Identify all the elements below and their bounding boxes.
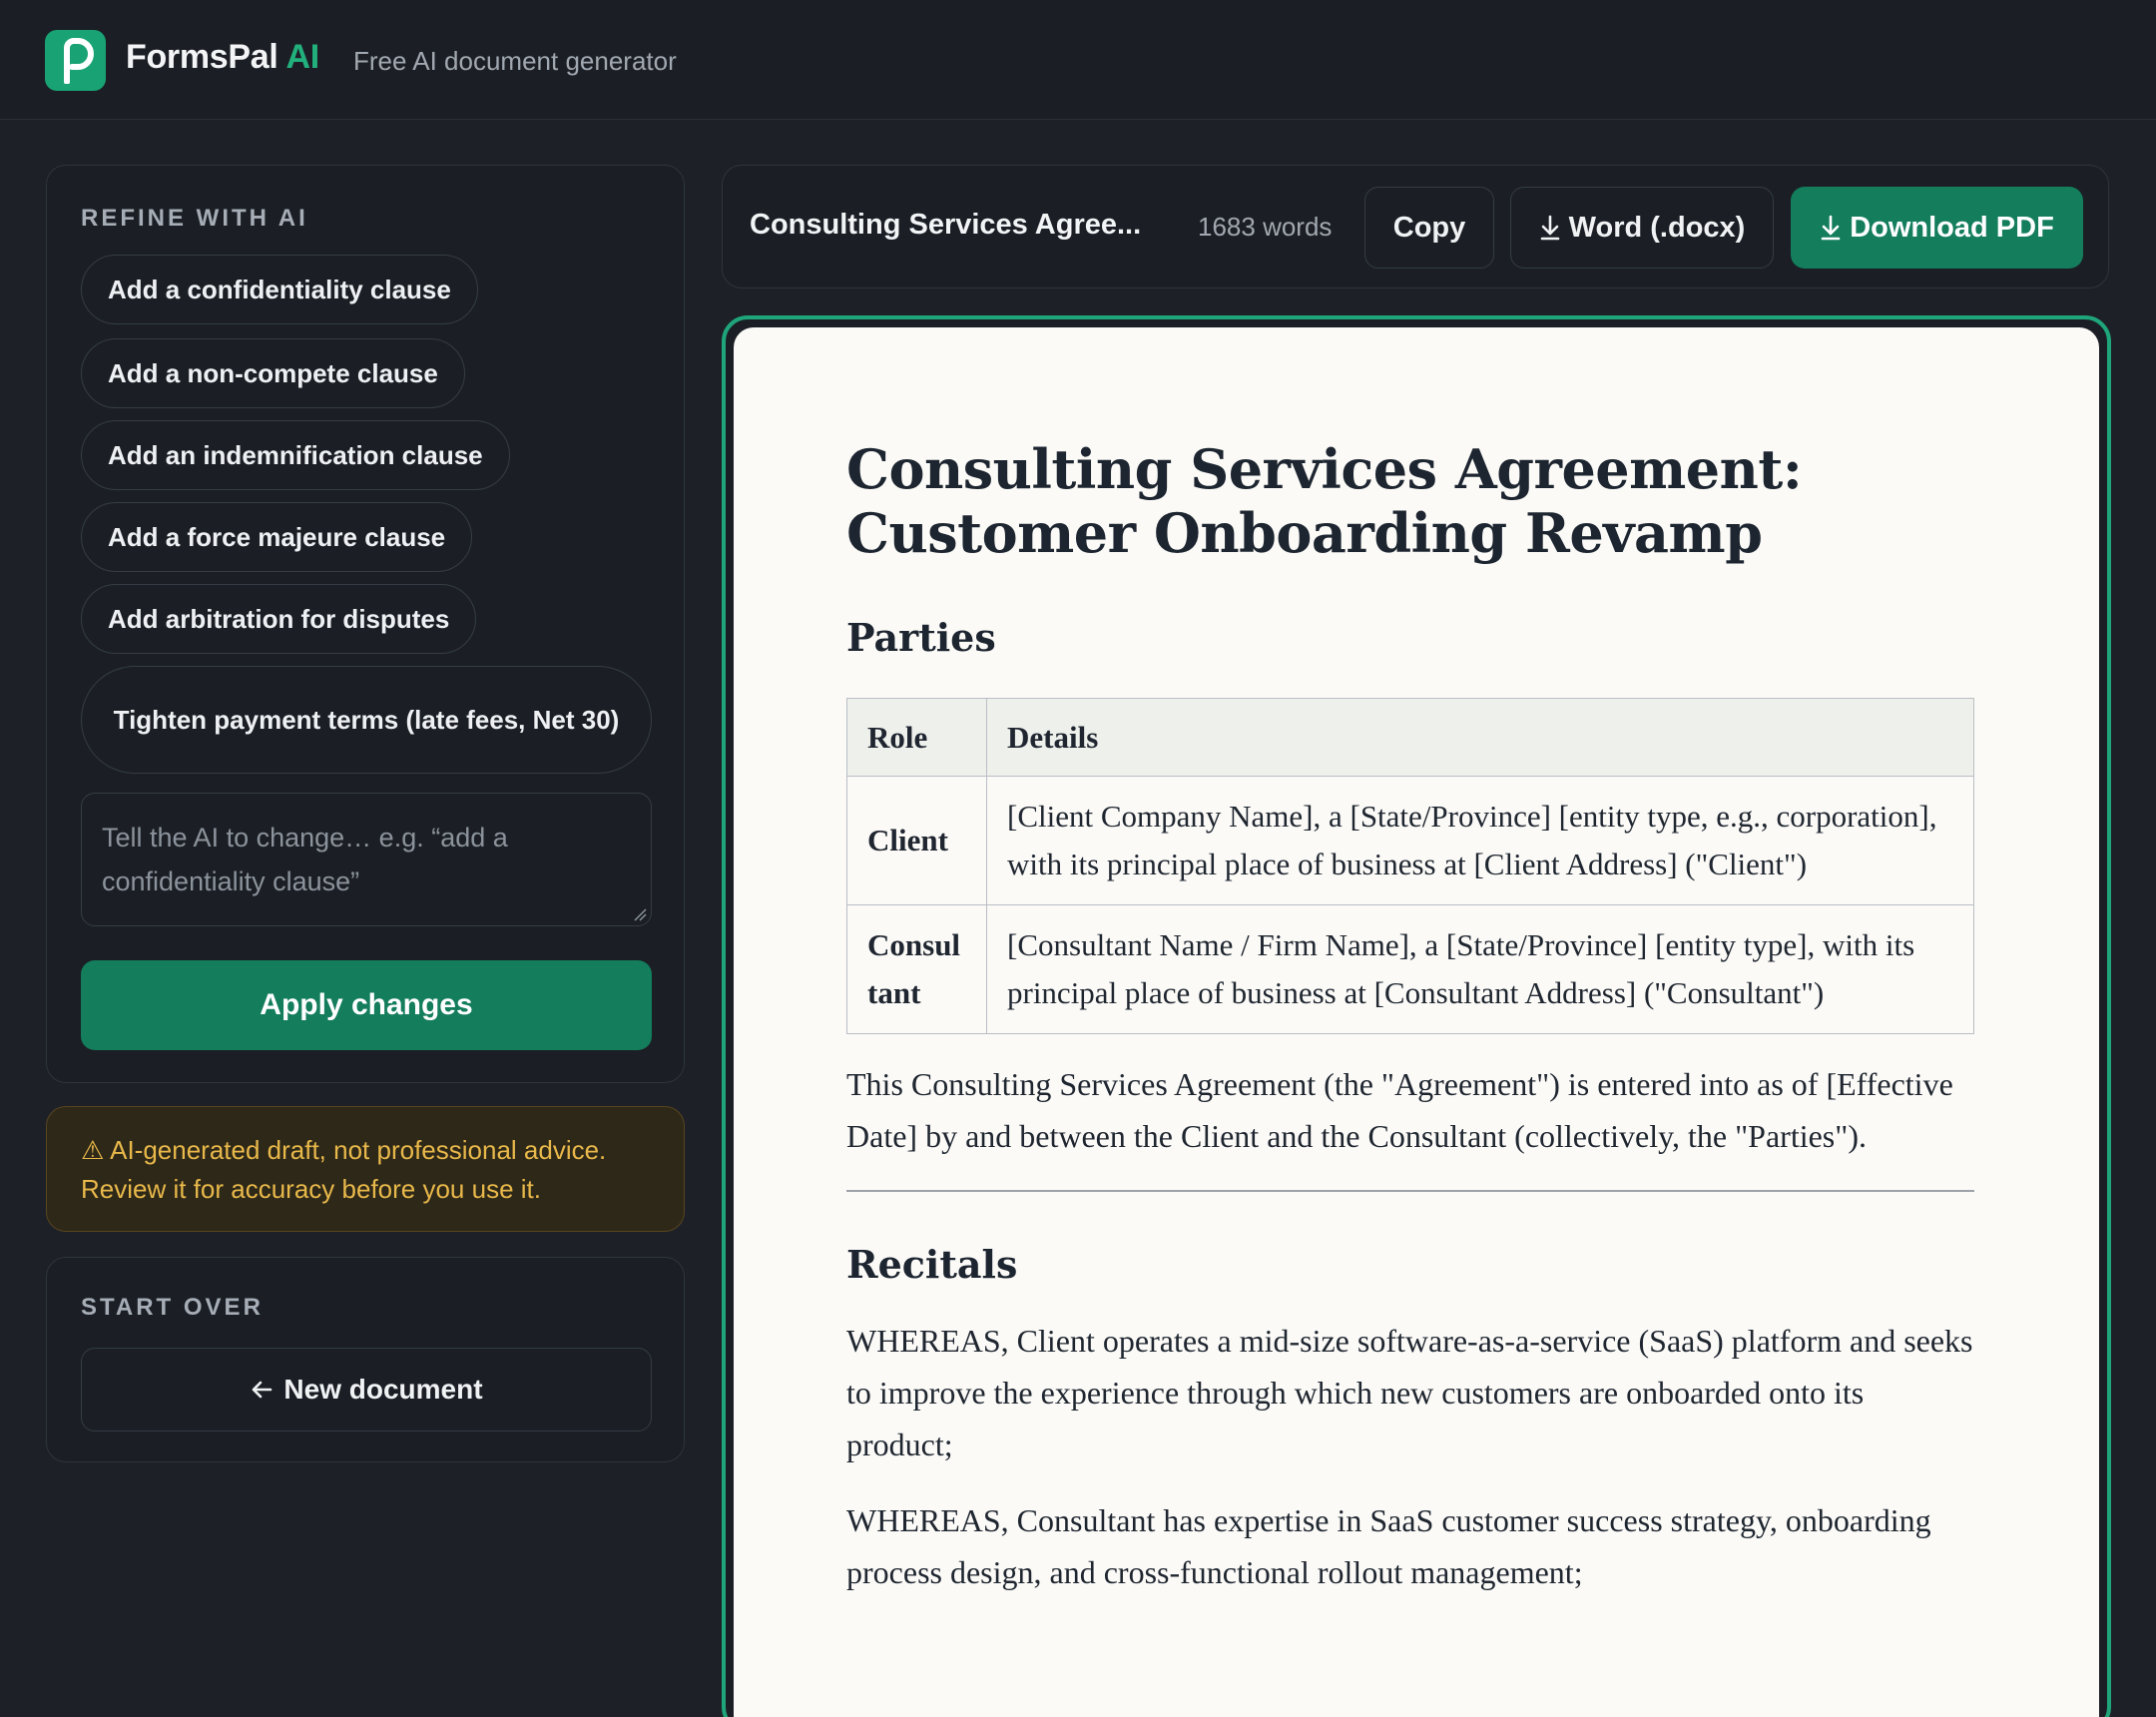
download-icon xyxy=(1821,215,1841,241)
table-cell-role: Client xyxy=(846,776,987,905)
start-over-panel: START OVER New document xyxy=(46,1257,685,1462)
parties-table: Role Details Client [Client Company Name… xyxy=(846,698,1974,1034)
formspal-logo-icon[interactable] xyxy=(45,30,106,91)
suggestion-non-compete-button[interactable]: Add a non-compete clause xyxy=(81,338,465,408)
instruction-textarea[interactable]: Tell the AI to change… e.g. “add a confi… xyxy=(81,793,652,926)
document-title: Consulting Services Agreement: Customer … xyxy=(846,437,1974,565)
top-bar: FormsPal AI Free AI document generator xyxy=(0,0,2156,120)
copy-button[interactable]: Copy xyxy=(1364,187,1494,269)
new-document-label: New document xyxy=(283,1374,483,1405)
recital-paragraph: WHEREAS, Client operates a mid-size soft… xyxy=(846,1323,1973,1462)
new-document-button[interactable]: New document xyxy=(81,1348,652,1431)
refine-panel: REFINE WITH AI Add a confidentiality cla… xyxy=(46,165,685,1083)
suggestion-confidentiality-button[interactable]: Add a confidentiality clause xyxy=(81,255,478,324)
download-pdf-button[interactable]: Download PDF xyxy=(1791,187,2083,269)
brand-name[interactable]: FormsPal AI xyxy=(126,38,319,77)
download-word-label: Word (.docx) xyxy=(1568,211,1746,244)
section-divider xyxy=(846,1190,1974,1192)
table-header-role: Role xyxy=(846,698,987,777)
brand-text: FormsPal xyxy=(126,38,278,76)
document-title-line-1: Consulting Services Agreement: xyxy=(846,437,1803,501)
document-title-line-2: Customer Onboarding Revamp xyxy=(846,501,1763,565)
document-title-label: Consulting Services Agree... xyxy=(750,209,1142,241)
refine-title: REFINE WITH AI xyxy=(81,205,308,232)
arrow-left-icon xyxy=(253,1381,272,1399)
recitals-heading: Recitals xyxy=(846,1242,1018,1287)
suggestion-force-majeure-button[interactable]: Add a force majeure clause xyxy=(81,502,473,572)
table-header-row: Role Details xyxy=(846,698,1974,777)
suggestion-indemnification-button[interactable]: Add an indemnification clause xyxy=(81,420,510,490)
download-word-button[interactable]: Word (.docx) xyxy=(1510,187,1774,269)
document-toolbar: Consulting Services Agree... 1683 words … xyxy=(722,165,2109,288)
resize-grip-icon[interactable] xyxy=(633,907,647,921)
document-preview-frame: Consulting Services Agreement: Customer … xyxy=(722,315,2111,1717)
apply-changes-button[interactable]: Apply changes xyxy=(81,960,652,1050)
table-cell-details: [Client Company Name], a [State/Province… xyxy=(986,776,1974,905)
table-cell-role: Consultant xyxy=(846,904,987,1034)
table-row: Client [Client Company Name], a [State/P… xyxy=(846,776,1974,905)
recital-paragraph: WHEREAS, Consultant has expertise in Saa… xyxy=(846,1502,1931,1590)
brand-ai-text: AI xyxy=(285,38,319,76)
table-cell-details: [Consultant Name / Firm Name], a [State/… xyxy=(986,904,1974,1034)
start-over-title: START OVER xyxy=(81,1294,264,1321)
intro-paragraph: This Consulting Services Agreement (the … xyxy=(846,1066,1953,1154)
word-count: 1683 words xyxy=(1198,212,1333,242)
suggestion-arbitration-button[interactable]: Add arbitration for disputes xyxy=(81,584,477,654)
tagline: Free AI document generator xyxy=(353,46,677,76)
document-content: Consulting Services Agreement: Customer … xyxy=(846,437,1974,1598)
suggestion-payment-terms-button[interactable]: Tighten payment terms (late fees, Net 30… xyxy=(81,666,652,774)
document-page[interactable]: Consulting Services Agreement: Customer … xyxy=(734,327,2099,1717)
ai-disclaimer-banner: ⚠ AI-generated draft, not professional a… xyxy=(46,1106,685,1232)
download-icon xyxy=(1540,215,1559,241)
table-row: Consultant [Consultant Name / Firm Name]… xyxy=(846,904,1974,1034)
download-pdf-label: Download PDF xyxy=(1850,211,2054,244)
parties-heading: Parties xyxy=(846,615,996,660)
table-header-details: Details xyxy=(986,698,1974,777)
instruction-placeholder: Tell the AI to change… e.g. “add a confi… xyxy=(102,823,508,896)
